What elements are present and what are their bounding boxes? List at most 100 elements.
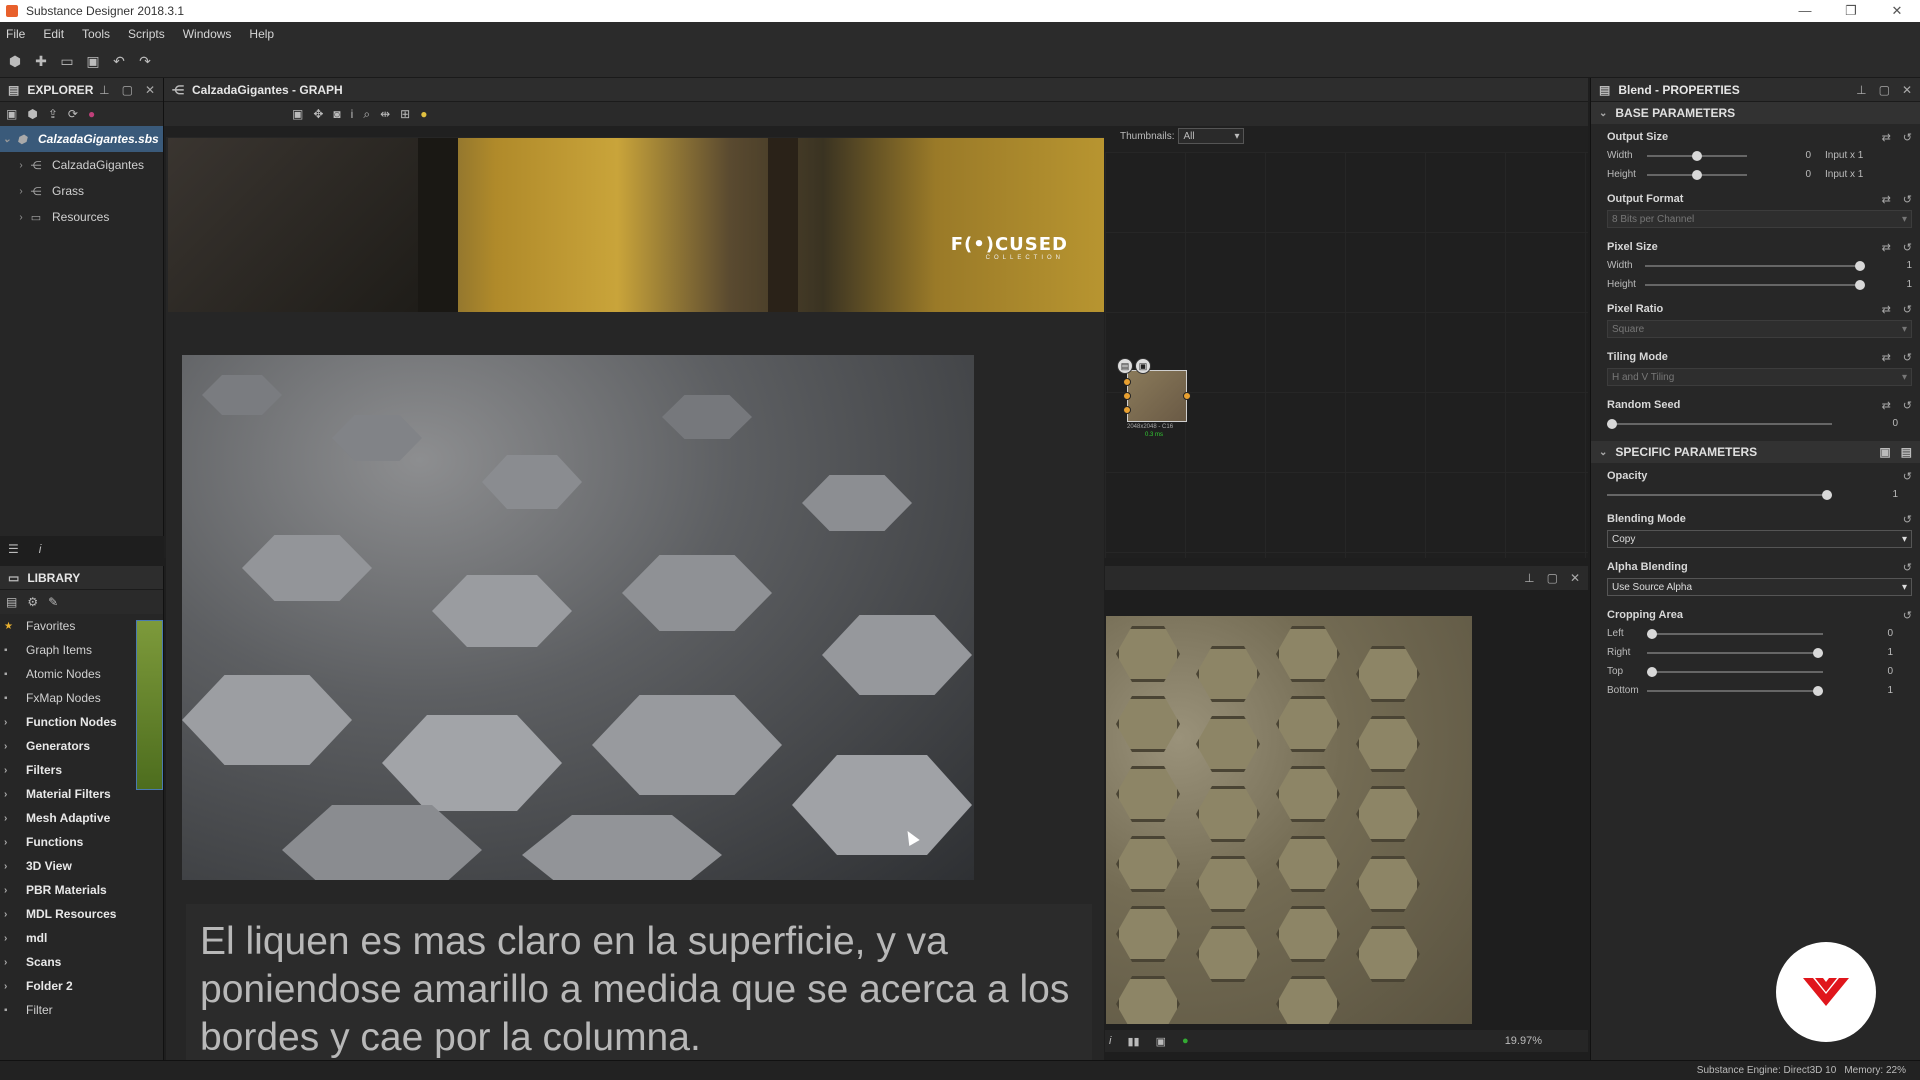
menu-edit[interactable]: Edit: [43, 27, 64, 41]
color-channels-icon[interactable]: ●: [1182, 1035, 1189, 1047]
link-icon[interactable]: ⇄: [1882, 303, 1891, 316]
menu-help[interactable]: Help: [249, 27, 274, 41]
link-icon[interactable]: ⇄: [1882, 241, 1891, 254]
new-package-icon[interactable]: ⬢: [6, 53, 24, 70]
undo-icon[interactable]: ↶: [110, 53, 128, 70]
library-edit-icon[interactable]: ✎: [48, 595, 58, 609]
input-port[interactable]: [1123, 406, 1131, 414]
slider-knob[interactable]: [1607, 418, 1617, 429]
param-value[interactable]: 0: [1831, 628, 1893, 639]
link-icon[interactable]: ⇄: [1882, 131, 1891, 144]
library-item[interactable]: › MDL Resources: [0, 902, 135, 926]
param-value[interactable]: 1: [1864, 279, 1912, 290]
param-value[interactable]: 0: [1840, 418, 1898, 429]
param-value[interactable]: 1: [1840, 489, 1898, 500]
library-item[interactable]: ▪ Atomic Nodes: [0, 662, 135, 686]
float-icon[interactable]: ▢: [1547, 571, 1558, 585]
output-format-select[interactable]: 8 Bits per Channel ▾: [1607, 210, 1912, 228]
reset-icon[interactable]: ↺: [1903, 399, 1912, 412]
link-icon[interactable]: ⇄: [1882, 193, 1891, 206]
library-item[interactable]: › Material Filters: [0, 782, 135, 806]
library-item[interactable]: › Scans: [0, 950, 135, 974]
explorer-item-calzadagigantes[interactable]: › ⋲ CalzadaGigantes: [0, 152, 163, 178]
cropping-slider[interactable]: [1647, 647, 1823, 658]
library-settings-icon[interactable]: ⚙: [27, 595, 38, 609]
cropping-slider[interactable]: [1647, 628, 1823, 639]
refresh-icon[interactable]: ⟳: [68, 107, 78, 121]
blending-mode-select[interactable]: Copy ▾: [1607, 530, 1912, 548]
doc-icon[interactable]: ▤: [1901, 445, 1912, 459]
alpha-blending-select[interactable]: Use Source Alpha ▾: [1607, 578, 1912, 596]
link-icon[interactable]: ⇄: [1882, 351, 1891, 364]
slider-knob[interactable]: [1855, 260, 1866, 271]
library-item[interactable]: › Generators: [0, 734, 135, 758]
slider-knob[interactable]: [1692, 169, 1702, 180]
slider-knob[interactable]: [1647, 628, 1657, 639]
reset-icon[interactable]: ↺: [1903, 303, 1912, 316]
cropping-slider[interactable]: [1647, 666, 1823, 677]
library-item[interactable]: › Filters: [0, 758, 135, 782]
menu-scripts[interactable]: Scripts: [128, 27, 165, 41]
frame-icon[interactable]: ▣: [292, 107, 303, 121]
pixel-ratio-select[interactable]: Square ▾: [1607, 320, 1912, 338]
library-item[interactable]: ▪ Graph Items: [0, 638, 135, 662]
expand-icon[interactable]: ›: [14, 160, 28, 171]
reset-icon[interactable]: ↺: [1903, 561, 1912, 574]
search-icon[interactable]: ⌕: [363, 107, 370, 122]
slider-knob[interactable]: [1813, 685, 1823, 696]
library-item[interactable]: › PBR Materials: [0, 878, 135, 902]
align-icon[interactable]: ⇹: [380, 107, 390, 121]
param-value[interactable]: 1: [1831, 647, 1893, 658]
cropping-slider[interactable]: [1647, 685, 1823, 696]
slider-knob[interactable]: [1813, 647, 1823, 658]
output-port[interactable]: [1183, 392, 1191, 400]
float-icon[interactable]: ▢: [1879, 83, 1890, 97]
reset-icon[interactable]: ↺: [1903, 241, 1912, 254]
param-value[interactable]: 1: [1831, 685, 1893, 696]
snapshot-icon[interactable]: ◙: [333, 107, 340, 121]
collapse-icon[interactable]: ⌄: [0, 134, 14, 145]
library-item[interactable]: › Folder 2: [0, 974, 135, 998]
info-icon[interactable]: i: [1109, 1035, 1111, 1047]
library-item[interactable]: › 3D View: [0, 854, 135, 878]
reset-icon[interactable]: ↺: [1903, 609, 1912, 622]
display-icon[interactable]: ▣: [1156, 1035, 1166, 1048]
library-item[interactable]: › Functions: [0, 830, 135, 854]
param-value[interactable]: 0: [1755, 150, 1811, 161]
library-item[interactable]: › mdl: [0, 926, 135, 950]
pin-icon[interactable]: ⊥: [99, 83, 109, 97]
library-item[interactable]: › Function Nodes: [0, 710, 135, 734]
random-seed-slider[interactable]: [1607, 418, 1832, 429]
reset-icon[interactable]: ↺: [1903, 131, 1912, 144]
param-value[interactable]: 1: [1864, 260, 1912, 271]
menu-windows[interactable]: Windows: [183, 27, 232, 41]
slider-knob[interactable]: [1647, 666, 1657, 677]
menu-tools[interactable]: Tools: [82, 27, 110, 41]
new-resource-icon[interactable]: ⬢: [27, 107, 37, 121]
python-icon[interactable]: ●: [420, 107, 427, 121]
new-graph-icon[interactable]: ✚: [32, 53, 50, 70]
slider-knob[interactable]: [1822, 489, 1832, 500]
preset-icon[interactable]: ▣: [1879, 445, 1890, 459]
pan-icon[interactable]: ✥: [313, 107, 323, 121]
histogram-icon[interactable]: ▮▮: [1127, 1035, 1139, 1048]
pixel-height-slider[interactable]: [1645, 279, 1866, 290]
input-port[interactable]: [1123, 392, 1131, 400]
save-icon[interactable]: ▣: [84, 53, 102, 70]
param-value[interactable]: 0: [1831, 666, 1893, 677]
info-icon[interactable]: i: [351, 107, 354, 121]
output-height-slider[interactable]: [1647, 169, 1747, 180]
save-package-icon[interactable]: ▣: [6, 107, 17, 121]
reset-icon[interactable]: ↺: [1903, 193, 1912, 206]
library-item[interactable]: ▪ FxMap Nodes: [0, 686, 135, 710]
library-add-icon[interactable]: ▤: [6, 595, 17, 609]
explorer-item-grass[interactable]: › ⋲ Grass: [0, 178, 163, 204]
graph-canvas[interactable]: [1105, 152, 1588, 558]
python-icon[interactable]: ●: [88, 107, 95, 121]
tiling-mode-select[interactable]: H and V Tiling ▾: [1607, 368, 1912, 386]
pin-icon[interactable]: ⊥: [1856, 83, 1866, 97]
opacity-slider[interactable]: [1607, 489, 1832, 500]
export-icon[interactable]: ⇪: [48, 107, 58, 121]
param-value[interactable]: 0: [1755, 169, 1811, 180]
close-icon[interactable]: ✕: [1902, 83, 1912, 97]
